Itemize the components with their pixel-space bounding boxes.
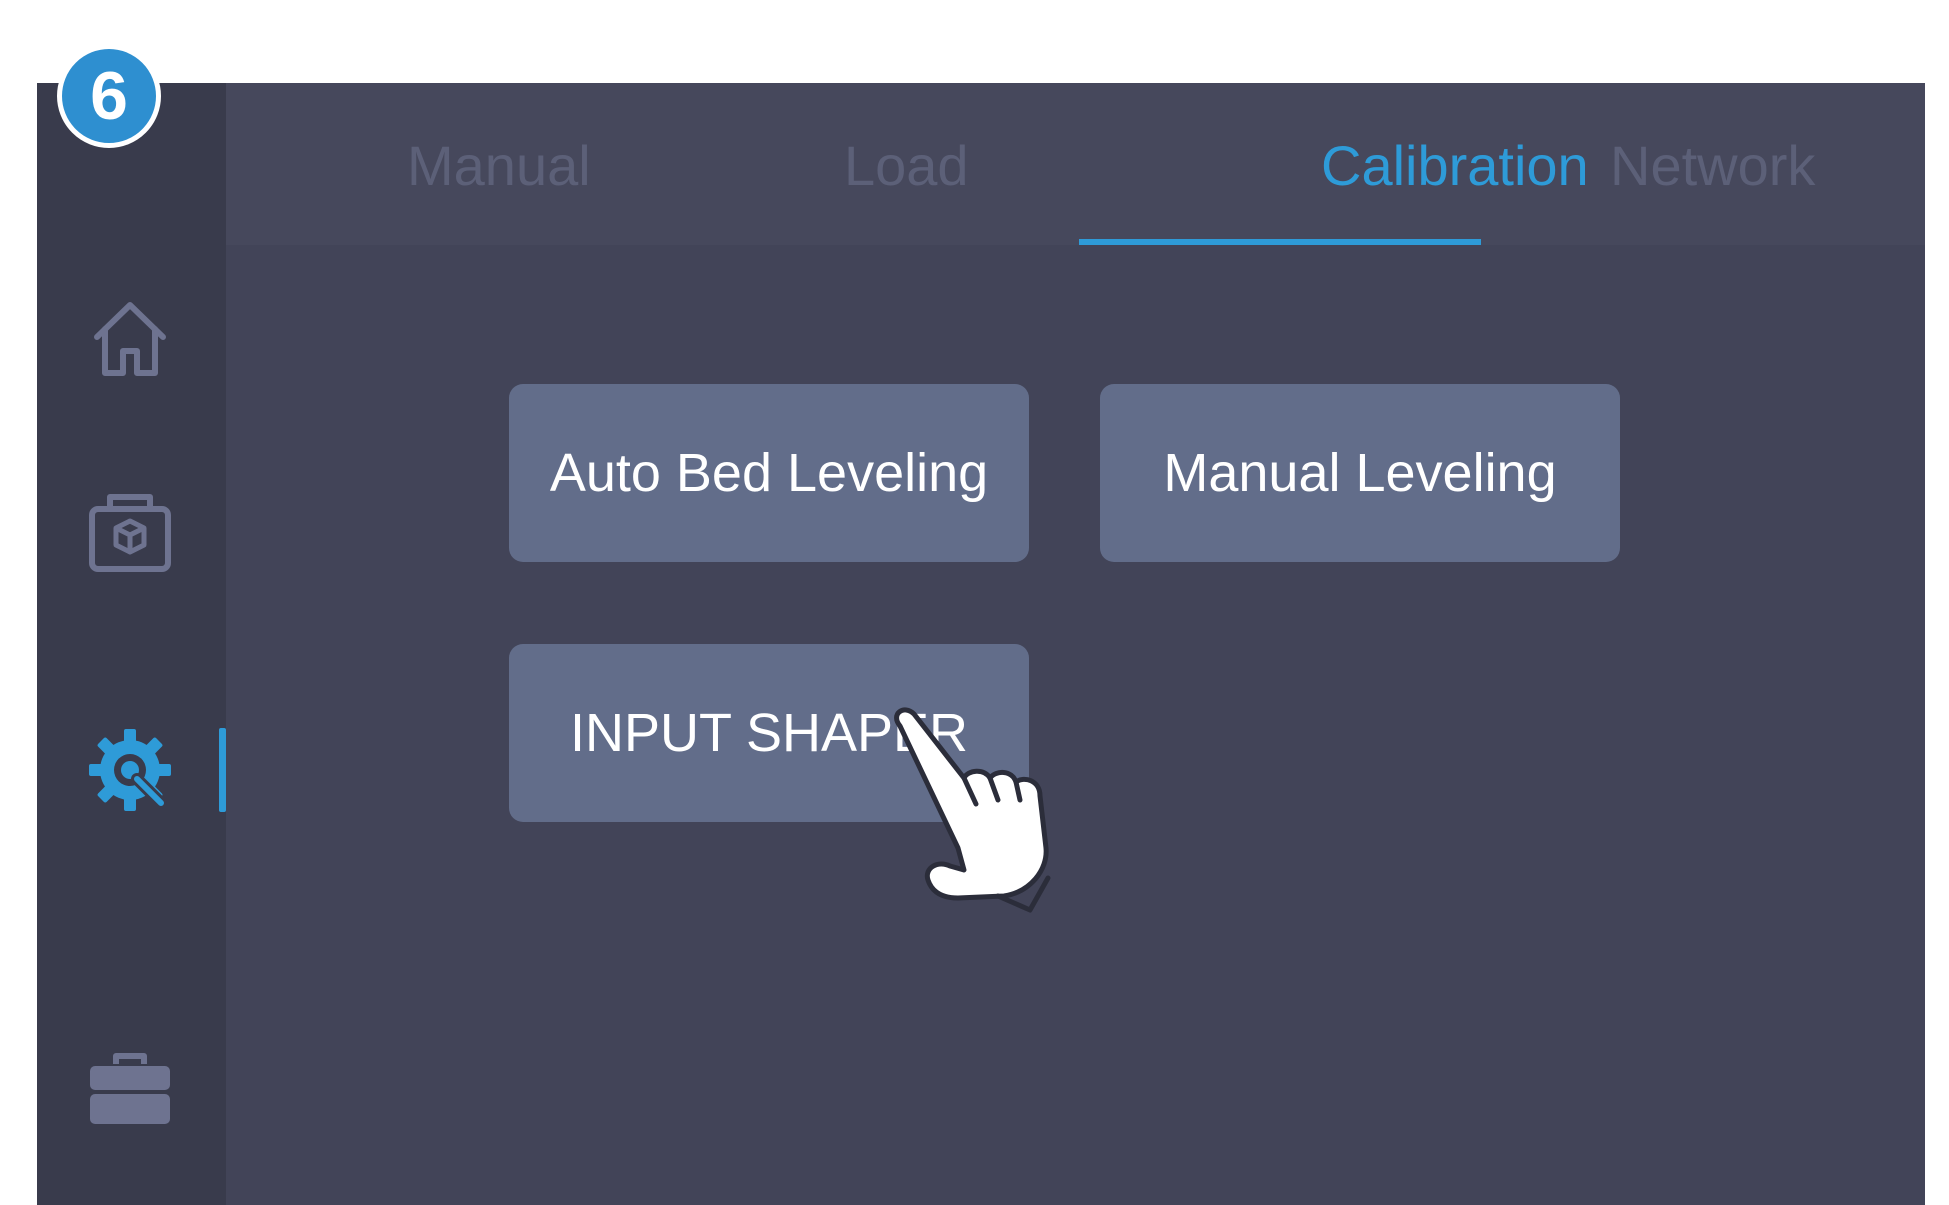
pointing-hand-icon <box>894 707 1051 913</box>
sidebar-item-print[interactable] <box>83 486 177 580</box>
sidebar-item-home[interactable] <box>83 291 177 385</box>
sidebar-item-settings[interactable] <box>83 723 177 817</box>
tab-manual[interactable]: Manual <box>407 133 591 198</box>
sidebar <box>37 83 226 1205</box>
toolbox-icon <box>90 1053 170 1124</box>
settings-gear-icon <box>89 729 171 811</box>
manual-leveling-button[interactable]: Manual Leveling <box>1100 384 1620 562</box>
tab-calibration[interactable]: Calibration <box>1321 133 1589 198</box>
tab-network[interactable]: Network <box>1610 133 1815 198</box>
print-box-icon <box>89 494 171 572</box>
sidebar-active-indicator <box>219 728 226 812</box>
auto-bed-leveling-button[interactable]: Auto Bed Leveling <box>509 384 1029 562</box>
home-icon <box>94 302 166 376</box>
step-number-badge: 6 <box>57 44 161 148</box>
tab-load[interactable]: Load <box>844 133 969 198</box>
tab-bar: Manual Load Calibration Network <box>226 83 1925 245</box>
active-tab-underline <box>1079 239 1481 245</box>
sidebar-item-tools[interactable] <box>83 1043 177 1137</box>
printer-screen: Manual Load Calibration Network Auto Bed… <box>37 83 1925 1205</box>
